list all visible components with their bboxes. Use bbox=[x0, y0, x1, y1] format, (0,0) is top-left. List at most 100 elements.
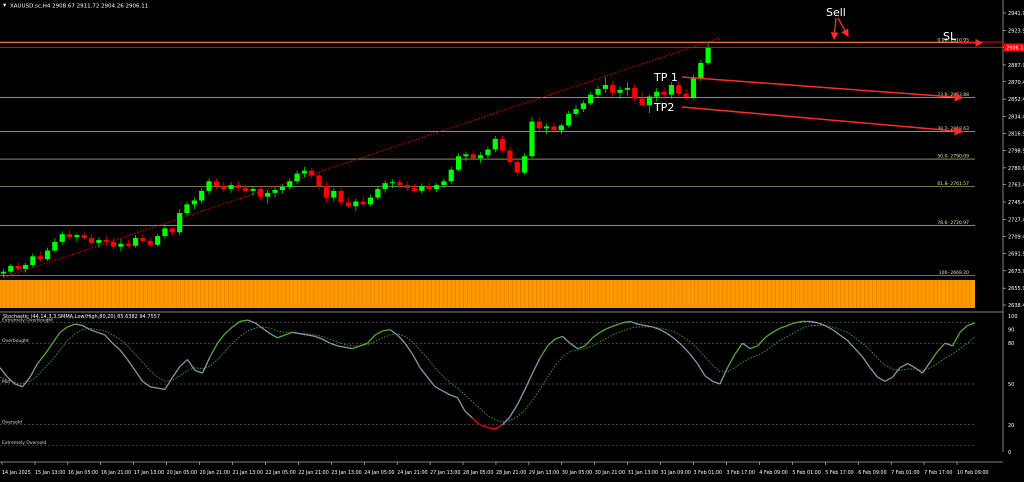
price-tick-label: 2780.90 bbox=[1008, 166, 1024, 172]
current-price-label: 2906.11 bbox=[1006, 45, 1024, 51]
candle-body bbox=[272, 190, 277, 193]
time-tick-label: 29 Jan 13:00 bbox=[529, 470, 559, 476]
tp2-label: TP2 bbox=[653, 101, 674, 114]
candle-body bbox=[595, 89, 600, 95]
candle-body bbox=[463, 154, 468, 156]
candle-body bbox=[38, 256, 43, 259]
candle-body bbox=[199, 191, 204, 201]
candle-body bbox=[1, 272, 6, 274]
time-tick-label: 31 Jan 13:00 bbox=[628, 470, 658, 476]
time-tick-label: 24 Jan 05:00 bbox=[364, 470, 394, 476]
fib-label: 78.6- 2720.97 bbox=[937, 220, 969, 226]
candle-body bbox=[67, 234, 72, 237]
stoch-tick-label: 100 bbox=[1008, 314, 1018, 320]
stoch-level-label: Extremely Oversold bbox=[2, 440, 46, 446]
price-tick-label: 2887.90 bbox=[1008, 63, 1024, 69]
candle-body bbox=[485, 150, 490, 156]
stoch-tick-label: 80 bbox=[1008, 341, 1014, 347]
candle-body bbox=[346, 202, 351, 206]
price-tick-label: 2834.40 bbox=[1008, 114, 1024, 120]
candle-body bbox=[184, 204, 189, 213]
price-tick-label: 2727.40 bbox=[1008, 217, 1024, 223]
time-tick-label: 21 Jan 13:00 bbox=[233, 470, 263, 476]
candle-body bbox=[206, 181, 211, 191]
candle-body bbox=[192, 201, 197, 205]
candle-body bbox=[30, 256, 35, 265]
volume-histogram bbox=[0, 280, 975, 308]
time-tick-label: 22 Jan 05:00 bbox=[265, 470, 295, 476]
time-tick-label: 5 Feb 01:00 bbox=[792, 470, 820, 476]
time-tick-label: 20 Jan 05:00 bbox=[167, 470, 197, 476]
candle-body bbox=[662, 92, 667, 95]
candle-body bbox=[654, 92, 659, 97]
fib-label: 100- 2669.20 bbox=[939, 270, 969, 276]
candle-body bbox=[471, 154, 476, 158]
candle-body bbox=[588, 95, 593, 104]
candle-body bbox=[148, 241, 153, 245]
time-tick-label: 22 Jan 21:00 bbox=[298, 470, 328, 476]
candle-body bbox=[8, 266, 13, 272]
candle-body bbox=[236, 185, 241, 188]
candle-body bbox=[449, 170, 454, 182]
candle-body bbox=[52, 242, 57, 251]
candle-body bbox=[302, 171, 307, 174]
stoch-tick-label: 90 bbox=[1008, 328, 1014, 334]
candle-body bbox=[427, 186, 432, 189]
candle-body bbox=[441, 181, 446, 185]
candle-body bbox=[331, 191, 336, 198]
price-tick-label: 2798.90 bbox=[1008, 149, 1024, 155]
candle-body bbox=[280, 187, 285, 190]
candle-body bbox=[397, 182, 402, 185]
candle-body bbox=[287, 181, 292, 187]
candle-body bbox=[684, 94, 689, 98]
candle-body bbox=[375, 189, 380, 198]
price-tick-label: 2941.90 bbox=[1008, 11, 1024, 17]
candle-body bbox=[126, 244, 131, 246]
candle-body bbox=[669, 85, 674, 95]
candle-body bbox=[706, 48, 711, 63]
candle-body bbox=[177, 213, 182, 232]
candle-body bbox=[405, 185, 410, 188]
price-tick-label: 2673.90 bbox=[1008, 269, 1024, 275]
candle-body bbox=[111, 242, 116, 247]
candle bbox=[177, 209, 182, 235]
candle-body bbox=[221, 186, 226, 189]
candle-body bbox=[419, 186, 424, 191]
candle-body bbox=[507, 150, 512, 162]
candle-body bbox=[522, 156, 527, 172]
candle-body bbox=[155, 236, 160, 245]
time-tick-label: 14 Jan 2025 bbox=[2, 470, 31, 476]
candle-body bbox=[500, 139, 505, 151]
candle-body bbox=[82, 235, 87, 238]
candle-body bbox=[544, 126, 549, 128]
symbol-info: XAUUSD.sc,H4 2908.67 2911.72 2904.26 290… bbox=[10, 4, 148, 10]
time-tick-label: 16 Jan 21:00 bbox=[101, 470, 131, 476]
time-tick-label: 28 Jan 21:00 bbox=[496, 470, 526, 476]
time-tick-label: 6 Feb 09:00 bbox=[858, 470, 886, 476]
time-tick-label: 4 Feb 09:00 bbox=[759, 470, 787, 476]
candle-body bbox=[639, 99, 644, 106]
candle-body bbox=[368, 198, 373, 205]
candle-body bbox=[162, 228, 167, 236]
fib-label: 50.0- 2790.09 bbox=[937, 154, 969, 160]
price-tick-label: 2655.90 bbox=[1008, 286, 1024, 292]
candle-body bbox=[104, 240, 109, 242]
candle-body bbox=[214, 181, 219, 186]
time-tick-label: 10 Feb 09:00 bbox=[957, 470, 988, 476]
candle-body bbox=[133, 238, 138, 246]
chart-background bbox=[0, 0, 1024, 478]
candle-body bbox=[537, 122, 542, 129]
candle-body bbox=[632, 88, 637, 99]
candle-body bbox=[566, 114, 571, 126]
candle-body bbox=[573, 109, 578, 114]
candle-body bbox=[515, 162, 520, 173]
candle-body bbox=[610, 85, 615, 93]
candle-body bbox=[23, 265, 28, 269]
price-tick-label: 2816.90 bbox=[1008, 131, 1024, 137]
candle-body bbox=[676, 85, 681, 94]
time-tick-label: 16 Jan 05:00 bbox=[68, 470, 98, 476]
trading-chart[interactable]: 2941.902923.902905.902887.902870.402852.… bbox=[0, 0, 1024, 478]
candle-body bbox=[617, 90, 622, 93]
candle bbox=[529, 117, 534, 158]
candle-body bbox=[691, 78, 696, 97]
